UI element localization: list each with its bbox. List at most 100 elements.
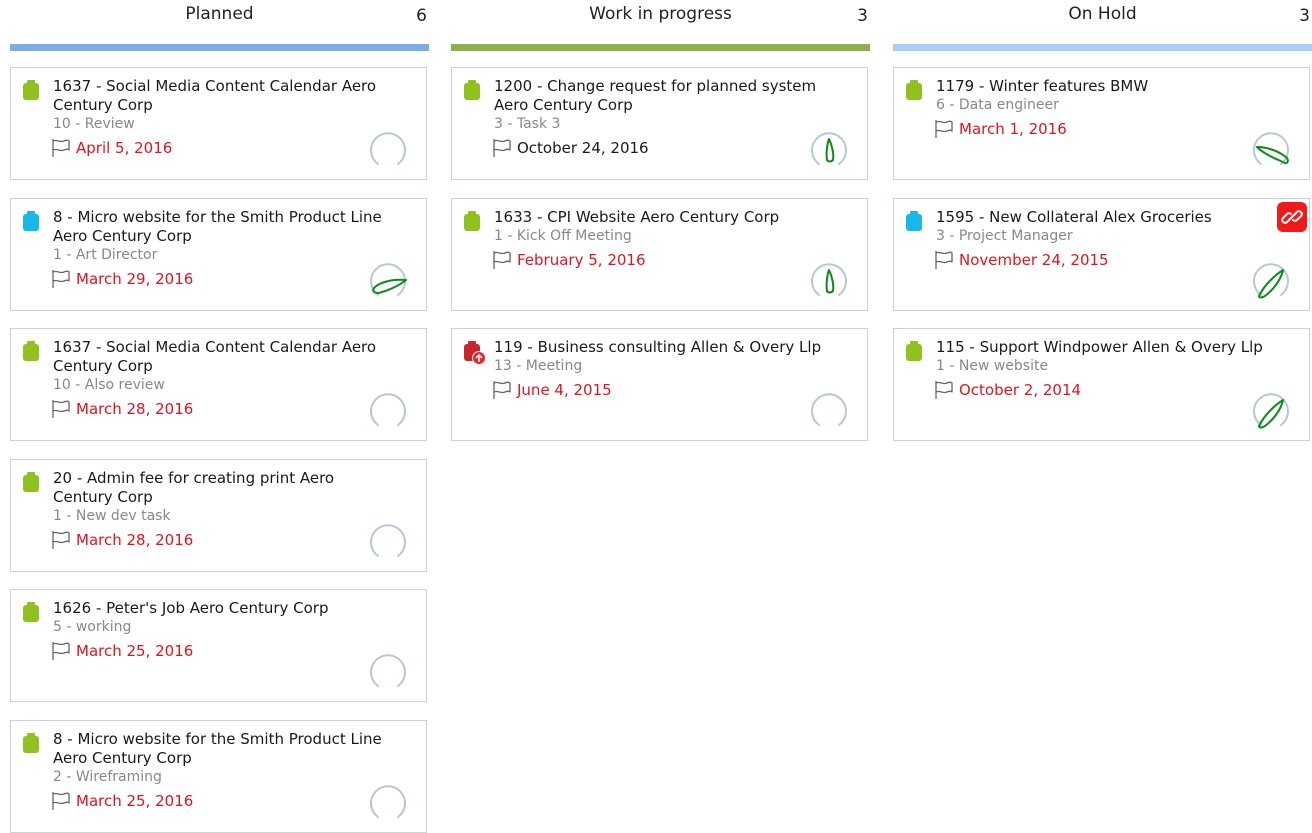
task-card-text: 1637 - Social Media Content Calendar Aer… <box>53 77 393 133</box>
task-card-text: 8 - Micro website for the Smith Product … <box>53 208 393 264</box>
column-header: Planned 6 <box>10 0 429 34</box>
clipboard-icon <box>23 602 39 622</box>
clipboard-icon <box>23 211 39 231</box>
task-title[interactable]: 1179 - Winter features BMW <box>936 77 1276 96</box>
due-date: June 4, 2015 <box>517 381 612 399</box>
task-card[interactable]: 8 - Micro website for the Smith Product … <box>10 720 427 833</box>
task-card-text: 1179 - Winter features BMW 6 - Data engin… <box>936 77 1276 114</box>
due-date-row: March 1, 2016 <box>934 119 1067 139</box>
task-card-text: 8 - Micro website for the Smith Product … <box>53 730 393 786</box>
column-color-bar <box>893 44 1312 51</box>
task-card[interactable]: 1179 - Winter features BMW 6 - Data engin… <box>893 67 1310 180</box>
due-date-row: October 24, 2016 <box>492 138 649 158</box>
progress-gauge-icon <box>811 263 847 296</box>
task-title[interactable]: 1637 - Social Media Content Calendar Aer… <box>53 77 393 115</box>
flag-icon <box>52 642 70 660</box>
due-date: October 24, 2016 <box>517 139 649 157</box>
task-title[interactable]: 8 - Micro website for the Smith Product … <box>53 208 393 246</box>
task-card-text: 1637 - Social Media Content Calendar Aer… <box>53 338 393 394</box>
task-card[interactable]: 119 - Business consulting Allen & Overy … <box>451 328 868 441</box>
task-title[interactable]: 1626 - Peter's Job Aero Century Corp <box>53 599 393 618</box>
task-subtitle: 3 - Project Manager <box>936 228 1073 244</box>
task-title[interactable]: 1637 - Social Media Content Calendar Aer… <box>53 338 393 376</box>
progress-gauge-icon <box>370 263 407 296</box>
task-card[interactable]: 8 - Micro website for the Smith Product … <box>10 198 427 311</box>
due-date-row: March 29, 2016 <box>51 269 193 289</box>
flag-icon <box>935 251 953 269</box>
task-title[interactable]: 1595 - New Collateral Alex Groceries <box>936 208 1276 227</box>
clipboard-icon <box>906 341 922 361</box>
due-date-row: March 25, 2016 <box>51 791 193 811</box>
progress-gauge-icon <box>370 132 406 165</box>
flag-icon <box>935 381 953 399</box>
progress-gauge-icon <box>370 654 406 687</box>
due-date: March 25, 2016 <box>76 792 194 810</box>
task-card[interactable]: 1200 - Change request for planned system… <box>451 67 868 180</box>
clipboard-icon <box>23 733 39 753</box>
task-card[interactable]: 1595 - New Collateral Alex Groceries 3 - … <box>893 198 1310 311</box>
task-card-text: 20 - Admin fee for creating print Aero C… <box>53 469 393 525</box>
due-date: March 29, 2016 <box>76 270 194 288</box>
link-icon <box>1281 210 1303 224</box>
flag-icon <box>493 139 511 157</box>
task-subtitle: 1 - New website <box>936 358 1049 374</box>
task-card[interactable]: 1637 - Social Media Content Calendar Aer… <box>10 328 427 441</box>
task-card[interactable]: 115 - Support Windpower Allen & Overy Ll… <box>893 328 1310 441</box>
task-title[interactable]: 115 - Support Windpower Allen & Overy Ll… <box>936 338 1276 357</box>
flag-icon <box>52 139 70 157</box>
column-title: Work in progress <box>589 4 732 24</box>
clipboard-icon <box>464 80 480 100</box>
due-date-row: November 24, 2015 <box>934 250 1109 270</box>
due-date: March 28, 2016 <box>76 400 194 418</box>
flag-icon <box>52 400 70 418</box>
due-date-row: March 28, 2016 <box>51 530 193 550</box>
clipboard-icon <box>906 80 922 100</box>
clipboard-icon <box>23 341 39 361</box>
column-planned: Planned 6 1637 - Social Media Content Cale… <box>10 0 429 833</box>
due-date: February 5, 2016 <box>517 251 646 269</box>
due-date: April 5, 2016 <box>76 139 173 157</box>
due-date: November 24, 2015 <box>959 251 1109 269</box>
task-card[interactable]: 1633 - CPI Website Aero Century Corp 1 - … <box>451 198 868 311</box>
due-date-row: October 2, 2014 <box>934 380 1081 400</box>
task-card[interactable]: 1626 - Peter's Job Aero Century Corp 5 - … <box>10 589 427 702</box>
task-card[interactable]: 1637 - Social Media Content Calendar Aer… <box>10 67 427 180</box>
due-date-row: April 5, 2016 <box>51 138 172 158</box>
column-count: 3 <box>857 6 868 26</box>
task-subtitle: 1 - New dev task <box>53 508 171 524</box>
column-header: Work in progress 3 <box>451 0 870 34</box>
task-title[interactable]: 8 - Micro website for the Smith Product … <box>53 730 393 768</box>
task-title[interactable]: 20 - Admin fee for creating print Aero C… <box>53 469 393 507</box>
progress-gauge-icon <box>1253 393 1289 429</box>
due-date-row: February 5, 2016 <box>492 250 646 270</box>
due-date-row: June 4, 2015 <box>492 380 612 400</box>
task-card-text: 1595 - New Collateral Alex Groceries 3 - … <box>936 208 1276 245</box>
column-on-hold: On Hold 3 1179 - Winter features BMW 6 - Da… <box>893 0 1312 441</box>
task-subtitle: 1 - Art Director <box>53 247 158 263</box>
progress-gauge-icon <box>1253 263 1289 299</box>
due-date: March 1, 2016 <box>959 120 1067 138</box>
task-subtitle: 10 - Also review <box>53 377 165 393</box>
task-subtitle: 6 - Data engineer <box>936 97 1059 113</box>
flag-icon <box>493 381 511 399</box>
task-subtitle: 5 - working <box>53 619 132 635</box>
column-color-bar <box>10 44 429 51</box>
link-badge[interactable] <box>1277 202 1307 232</box>
task-subtitle: 3 - Task 3 <box>494 116 561 132</box>
due-date: March 25, 2016 <box>76 642 194 660</box>
flag-icon <box>52 792 70 810</box>
flag-icon <box>493 251 511 269</box>
task-card[interactable]: 20 - Admin fee for creating print Aero C… <box>10 459 427 572</box>
task-subtitle: 1 - Kick Off Meeting <box>494 228 632 244</box>
clipboard-icon <box>23 472 39 492</box>
task-subtitle: 2 - Wireframing <box>53 769 162 785</box>
task-title[interactable]: 1200 - Change request for planned system… <box>494 77 834 115</box>
column-count: 6 <box>416 6 427 26</box>
task-card-text: 119 - Business consulting Allen & Overy … <box>494 338 834 375</box>
flag-icon <box>935 120 953 138</box>
due-date: March 28, 2016 <box>76 531 194 549</box>
clipboard-icon <box>464 211 480 231</box>
task-title[interactable]: 1633 - CPI Website Aero Century Corp <box>494 208 834 227</box>
due-date-row: March 28, 2016 <box>51 399 193 419</box>
task-title[interactable]: 119 - Business consulting Allen & Overy … <box>494 338 834 357</box>
